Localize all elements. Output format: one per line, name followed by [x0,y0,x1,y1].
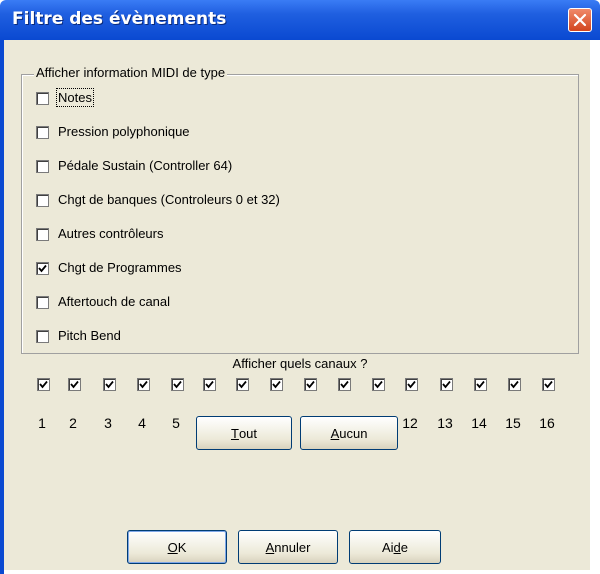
checkmark-icon [510,380,519,389]
window-frame-right [590,40,600,574]
channel-number: 16 [539,415,555,431]
none-button[interactable]: Aucun [300,416,398,450]
help-button-mnemonic: d [393,539,401,555]
midi-type-checkbox[interactable] [36,126,49,139]
checkmark-icon [407,380,416,389]
checkmark-icon [38,264,47,273]
midi-type-label[interactable]: Pédale Sustain (Controller 64) [58,158,232,173]
midi-type-label[interactable]: Pression polyphonique [58,124,190,139]
midi-type-checkbox[interactable] [36,228,49,241]
channel-number: 13 [437,415,453,431]
channel-checkbox[interactable] [37,378,50,391]
channel-number: 5 [172,415,180,431]
all-button-mnemonic: T [230,425,239,441]
dialog-window: Filtre des évènements Afficher informati… [0,0,600,574]
help-button[interactable]: Ai d e [349,530,441,564]
midi-type-label[interactable]: Chgt de banques (Controleurs 0 et 32) [58,192,280,207]
channel-checkbox[interactable] [137,378,150,391]
checkmark-icon [442,380,451,389]
cancel-button-mnemonic: A [265,539,275,555]
window-title: Filtre des évènements [12,9,227,29]
midi-type-checkbox[interactable] [36,194,49,207]
channels-heading: Afficher quels canaux ? [232,356,368,371]
checkmark-icon [238,380,247,389]
midi-type-checkbox[interactable] [36,330,49,343]
midi-type-label[interactable]: Notes [56,88,94,107]
all-button[interactable]: Tout [196,416,292,450]
channel-number: 1 [38,415,46,431]
channel-checkbox[interactable] [372,378,385,391]
channel-checkbox[interactable] [203,378,216,391]
channel-checkbox[interactable] [474,378,487,391]
channel-number: 15 [505,415,521,431]
checkmark-icon [105,380,114,389]
midi-type-checkbox[interactable] [36,92,49,105]
checkmark-icon [70,380,79,389]
midi-type-label[interactable]: Chgt de Programmes [58,260,182,275]
groupbox-label: Afficher information MIDI de type [34,65,228,80]
channel-checkbox[interactable] [405,378,418,391]
channel-number: 3 [104,415,112,431]
cancel-button-label: nnuler [274,539,311,555]
channel-checkbox[interactable] [508,378,521,391]
checkmark-icon [374,380,383,389]
channel-checkbox[interactable] [103,378,116,391]
midi-type-checkbox[interactable] [36,296,49,309]
ok-button[interactable]: OK [127,530,227,564]
checkmark-icon [39,380,48,389]
checkmark-icon [306,380,315,389]
channel-number: 2 [69,415,77,431]
midi-type-groupbox [21,74,579,354]
checkmark-icon [173,380,182,389]
all-button-label: out [238,425,258,441]
checkmark-icon [205,380,214,389]
close-icon [573,13,587,27]
checkmark-icon [340,380,349,389]
midi-type-checkbox[interactable] [36,262,49,275]
midi-type-checkbox[interactable] [36,160,49,173]
checkmark-icon [544,380,553,389]
ok-button-mnemonic: O [167,539,178,555]
channel-number: 14 [471,415,487,431]
channel-checkbox[interactable] [440,378,453,391]
title-bar[interactable]: Filtre des évènements [0,0,600,40]
channel-checkbox[interactable] [236,378,249,391]
ok-button-label: K [177,539,187,555]
none-button-mnemonic: A [330,425,340,441]
channel-checkbox[interactable] [542,378,555,391]
checkmark-icon [476,380,485,389]
channel-checkbox[interactable] [338,378,351,391]
help-button-label-after: e [400,539,409,555]
help-button-label-before: Ai [381,539,394,555]
checkmark-icon [139,380,148,389]
channel-checkbox[interactable] [68,378,81,391]
channel-number: 12 [402,415,418,431]
cancel-button[interactable]: Annuler [238,530,338,564]
channel-checkbox[interactable] [304,378,317,391]
close-button[interactable] [568,8,592,32]
channel-number: 4 [138,415,146,431]
checkmark-icon [272,380,281,389]
channel-checkbox[interactable] [270,378,283,391]
midi-type-label[interactable]: Aftertouch de canal [58,294,170,309]
midi-type-label[interactable]: Pitch Bend [58,328,121,343]
channel-checkbox[interactable] [171,378,184,391]
midi-type-label[interactable]: Autres contrôleurs [58,226,164,241]
none-button-label: ucun [339,425,368,441]
